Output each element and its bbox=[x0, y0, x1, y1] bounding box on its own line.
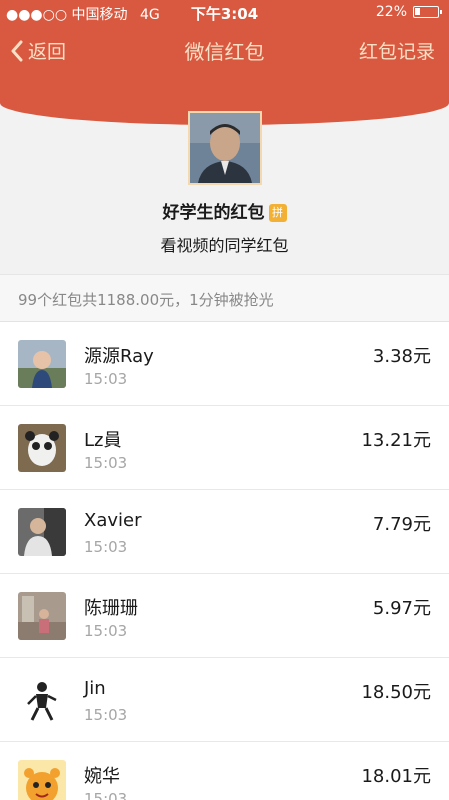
status-right: 22% bbox=[375, 4, 442, 20]
lucky-badge: 拼 bbox=[268, 204, 287, 222]
grab-time: 15:03 bbox=[84, 454, 128, 472]
greeting-message: 看视频的同学红包 bbox=[160, 236, 289, 255]
list-item[interactable]: Jin 15:03 18.50元 bbox=[0, 658, 449, 742]
avatar[interactable] bbox=[18, 424, 66, 472]
avatar[interactable] bbox=[18, 760, 66, 800]
sender-avatar[interactable] bbox=[188, 111, 262, 185]
list-item[interactable]: 婉华 15:03 18.01元 bbox=[0, 742, 449, 800]
amount: 5.97元 bbox=[372, 598, 431, 619]
amount: 18.50元 bbox=[361, 682, 431, 703]
amount: 13.21元 bbox=[361, 430, 431, 451]
recipient-name: 婉华 bbox=[84, 766, 120, 787]
grab-time: 15:03 bbox=[84, 370, 128, 388]
nav-bar: 返回 微信红包 红包记录 bbox=[0, 30, 449, 70]
status-bar: ●●●○○ 中国移动 4G 下午3:04 22% bbox=[0, 0, 449, 24]
grab-time: 15:03 bbox=[84, 706, 128, 724]
grab-time: 15:03 bbox=[84, 538, 128, 556]
battery-percent: 22% bbox=[375, 4, 407, 20]
summary-text: 99个红包共1188.00元，1分钟被抢光 bbox=[18, 291, 274, 309]
sender-title: 好学生的红包拼 bbox=[0, 198, 449, 223]
avatar[interactable] bbox=[18, 508, 66, 556]
avatar[interactable] bbox=[18, 340, 66, 388]
summary-bar: 99个红包共1188.00元，1分钟被抢光 bbox=[0, 274, 449, 322]
list-item[interactable]: Lz員 15:03 13.21元 bbox=[0, 406, 449, 490]
avatar[interactable] bbox=[18, 676, 66, 724]
recipient-name: Jin bbox=[84, 678, 106, 699]
recipient-list: 源源Ray 15:03 3.38元 Lz員 15:03 13.21元 Xavie… bbox=[0, 322, 449, 800]
avatar[interactable] bbox=[18, 592, 66, 640]
sender-name: 好学生的红包 bbox=[162, 203, 265, 223]
grab-time: 15:03 bbox=[84, 622, 128, 640]
battery-icon bbox=[413, 6, 442, 18]
list-item[interactable]: 源源Ray 15:03 3.38元 bbox=[0, 322, 449, 406]
red-packet-records-link[interactable]: 红包记录 bbox=[359, 37, 435, 64]
amount: 3.38元 bbox=[372, 346, 431, 367]
recipient-name: Lz員 bbox=[84, 430, 122, 451]
list-item[interactable]: 陈珊珊 15:03 5.97元 bbox=[0, 574, 449, 658]
red-packet-header: ●●●○○ 中国移动 4G 下午3:04 22% 返回 微信红包 红包记录 bbox=[0, 0, 449, 125]
grab-time: 15:03 bbox=[84, 790, 128, 800]
recipient-name: 陈珊珊 bbox=[84, 598, 138, 619]
amount: 18.01元 bbox=[361, 766, 431, 787]
amount: 7.79元 bbox=[372, 514, 431, 535]
recipient-name: Xavier bbox=[84, 510, 142, 531]
list-item[interactable]: Xavier 15:03 7.79元 bbox=[0, 490, 449, 574]
recipient-name: 源源Ray bbox=[84, 346, 154, 367]
